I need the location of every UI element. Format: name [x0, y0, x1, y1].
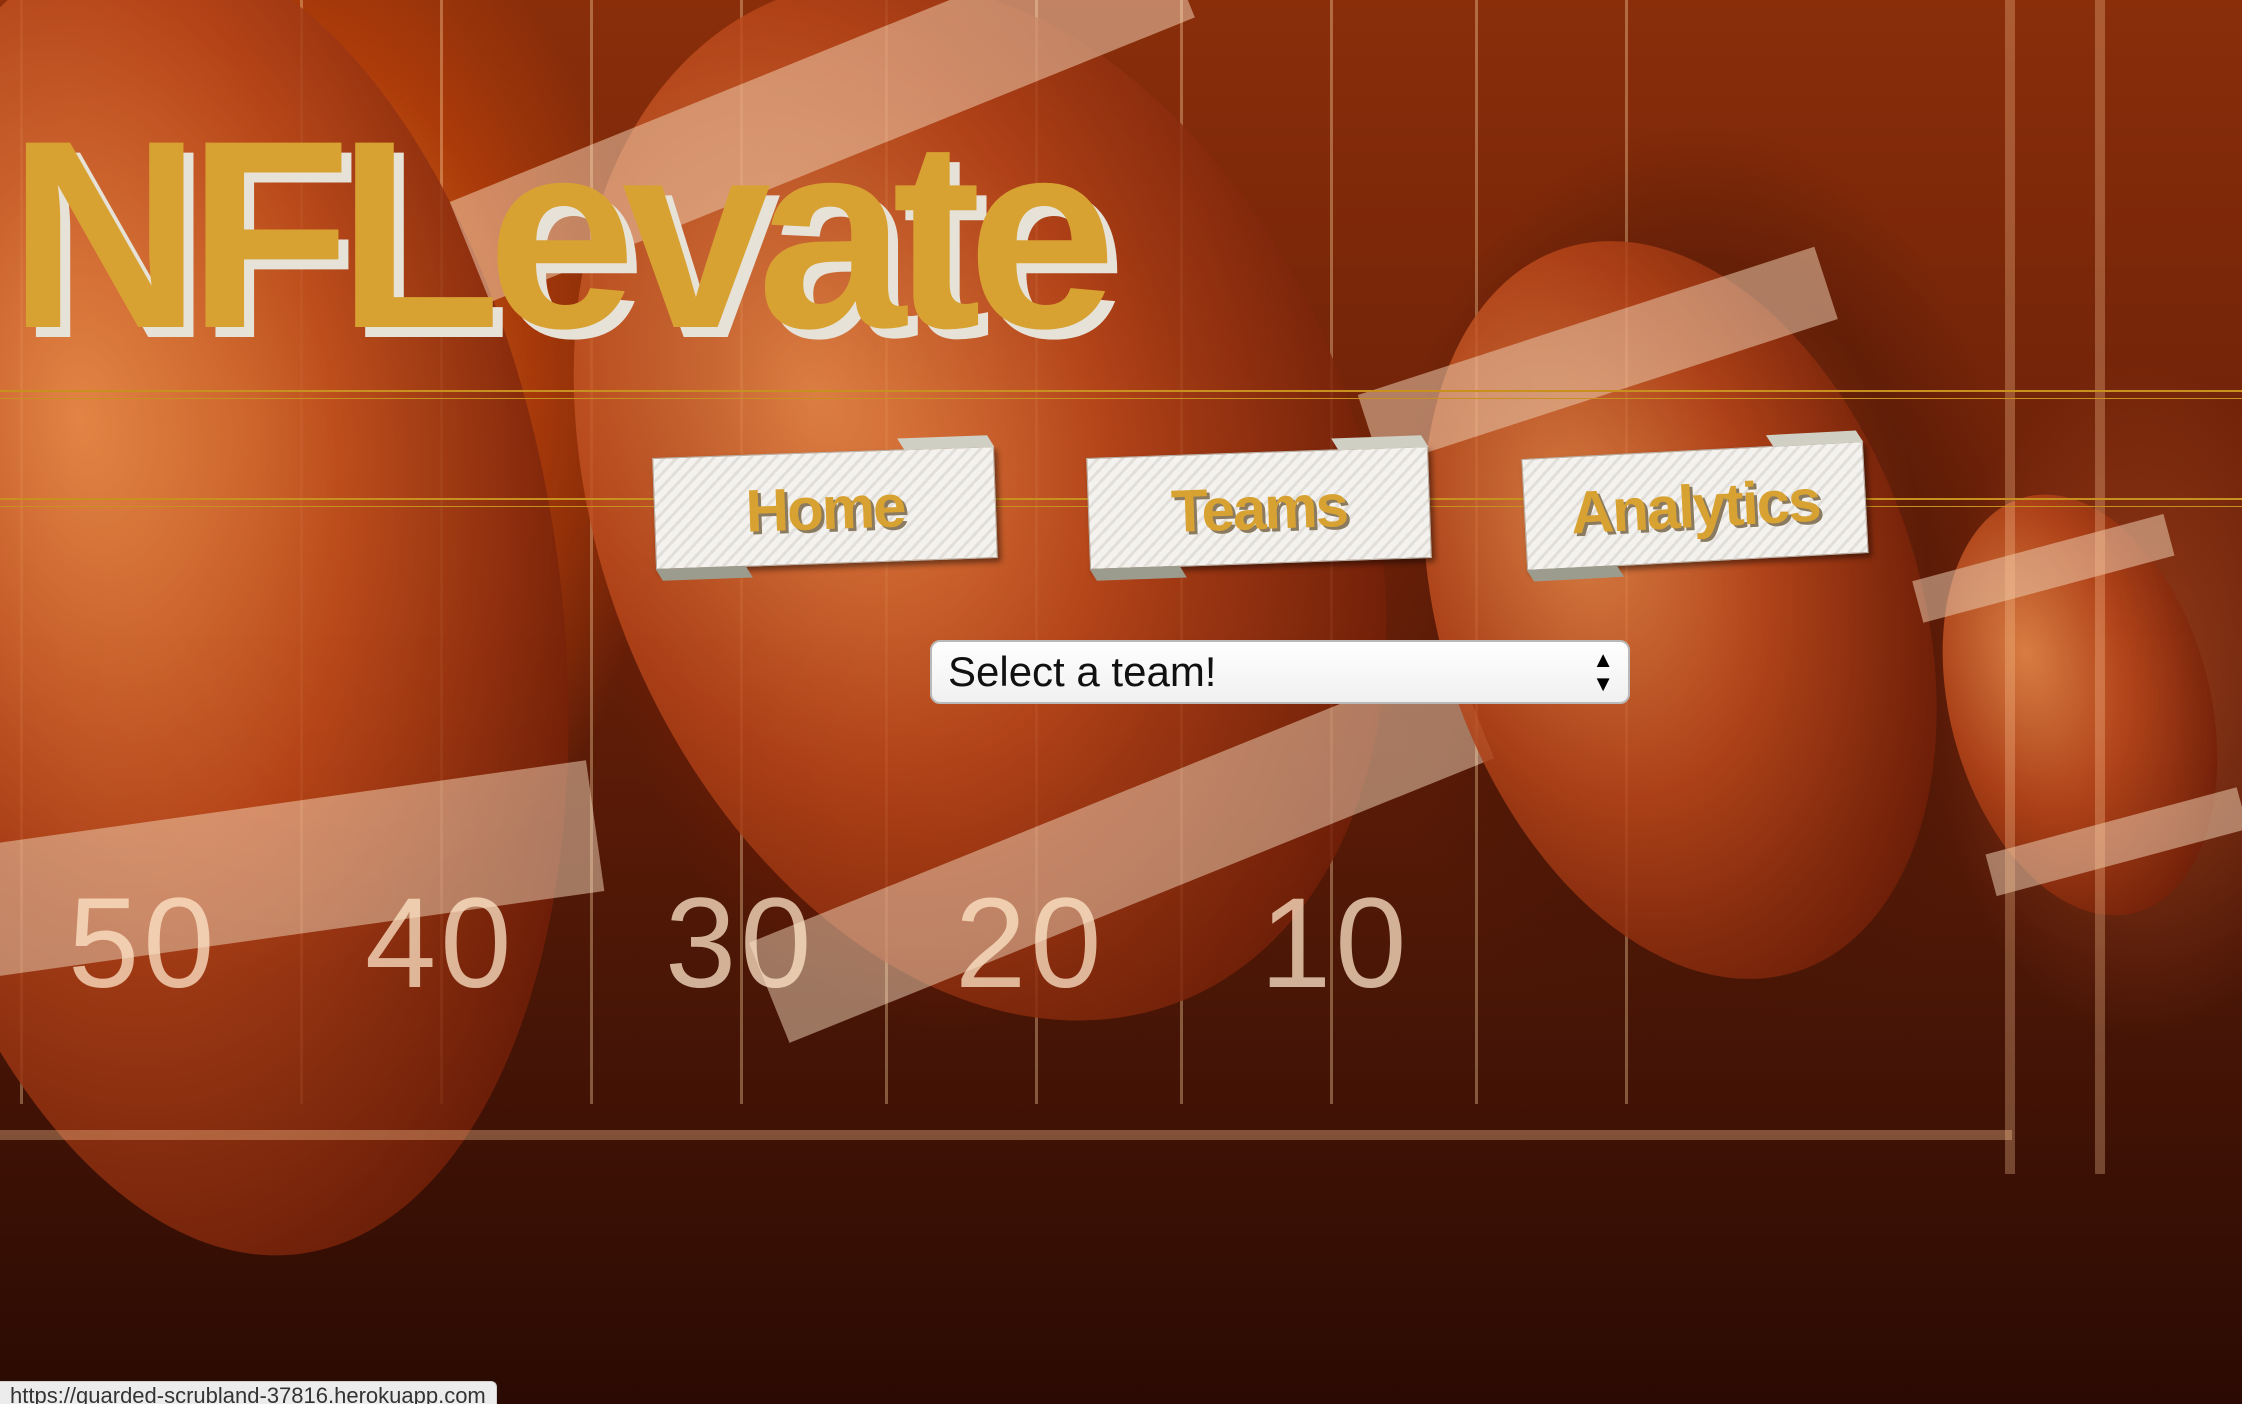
status-bar-url: https://guarded-scrubland-37816.herokuap… [0, 1381, 497, 1404]
yard-number: 20 [955, 872, 1106, 1015]
divider-line [0, 390, 2242, 392]
yard-number: 50 [68, 872, 219, 1015]
nav-home-button[interactable]: Home [652, 435, 998, 581]
divider-line [0, 398, 2242, 399]
nav-home-label: Home [744, 471, 906, 545]
team-select-value: Select a team! [948, 648, 1217, 695]
ribbon-fold [1331, 435, 1429, 451]
team-select-dropdown[interactable]: Select a team! ▲ ▼ [930, 640, 1630, 704]
yard-number: 10 [1260, 872, 1411, 1015]
nav-teams-button[interactable]: Teams [1086, 435, 1432, 581]
nav-analytics-label: Analytics [1569, 466, 1821, 546]
nav-teams-label: Teams [1170, 471, 1348, 545]
nav-analytics-button[interactable]: Analytics [1521, 430, 1869, 582]
field-border [0, 1130, 2012, 1140]
endzone-line [2095, 0, 2105, 1174]
football-graphic [1898, 463, 2242, 947]
ribbon-fold [897, 435, 995, 451]
endzone-line [2005, 0, 2015, 1174]
select-arrows-icon: ▲ ▼ [1592, 647, 1614, 696]
site-title: NFLevate [8, 84, 1116, 384]
yard-number: 40 [365, 872, 516, 1015]
yard-number: 30 [665, 872, 816, 1015]
